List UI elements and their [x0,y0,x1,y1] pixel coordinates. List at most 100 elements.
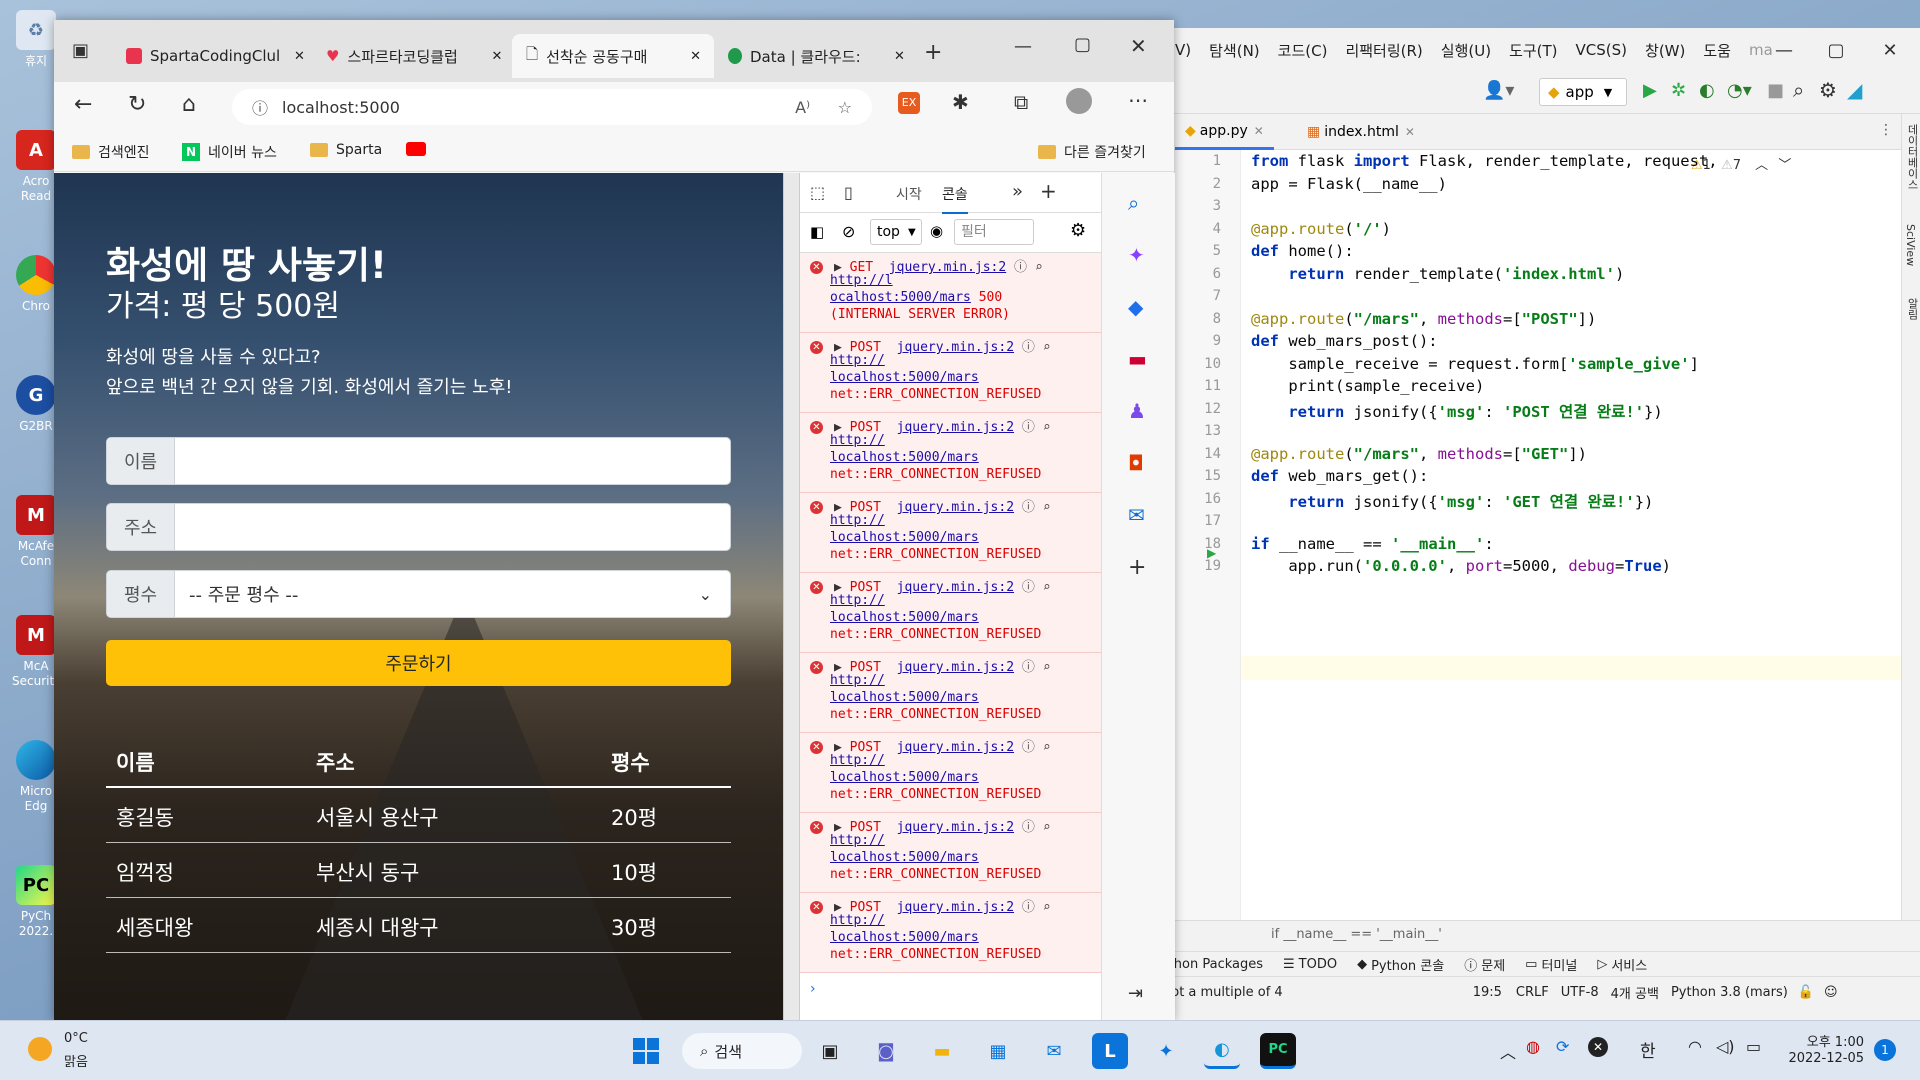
network-icon[interactable]: ⓘ [1022,660,1035,675]
search-icon[interactable]: ⌕ [1043,420,1051,435]
file-explorer-icon[interactable]: ▬ [924,1033,960,1069]
ide-maximize-button[interactable]: ▢ [1813,28,1859,72]
request-url-part[interactable]: http:// [830,353,885,368]
source-link[interactable]: jquery.min.js:2 [897,580,1014,595]
request-url-part[interactable]: localhost:5000/mars [830,770,979,785]
run-icon[interactable]: ▶ [1643,80,1657,101]
favorite-search-engines[interactable]: 검색엔진 [72,142,150,162]
code-line[interactable]: app.run('0.0.0.0', port=5000, debug=True… [1251,557,1671,575]
tab-actions-icon[interactable]: ▣ [72,40,89,61]
profile-avatar[interactable] [1066,88,1092,114]
tray-app-icon[interactable]: ◍ [1526,1037,1540,1056]
devtools-resize-handle[interactable] [784,173,800,1022]
ide-close-button[interactable]: ✕ [1867,28,1913,72]
clock-date[interactable]: 2022-12-05 [1786,1051,1864,1066]
volume-icon[interactable]: ◁) [1716,1037,1735,1056]
code-line[interactable]: @app.route("/mars", methods=["GET"]) [1251,445,1587,463]
menu-run[interactable]: 실행(U) [1441,40,1491,61]
read-aloud-icon[interactable]: A⁾ [795,98,810,117]
close-icon[interactable]: ✕ [491,49,502,64]
tool-tab-services[interactable]: 서비스 [1611,955,1647,974]
code-line[interactable]: if __name__ == '__main__': [1251,535,1494,553]
console-filter-input[interactable]: 필터 [954,219,1034,245]
outlook-icon[interactable]: ✉ [1128,503,1145,527]
search-icon[interactable]: ⌕ [1043,500,1051,515]
source-link[interactable]: jquery.min.js:2 [897,740,1014,755]
app-l-icon[interactable]: L [1092,1033,1128,1069]
indent-setting[interactable]: 4개 공백 [1611,983,1659,1002]
profile-icon[interactable]: ◔▾ [1727,80,1752,101]
file-encoding[interactable]: UTF-8 [1561,985,1599,1000]
sidebar-toggle-icon[interactable]: ◧ [810,223,824,241]
device-emulation-icon[interactable]: ▯ [844,183,853,202]
search-icon[interactable]: ⌕ [1043,740,1051,755]
search-icon[interactable]: ⌕ [1043,900,1051,915]
search-icon[interactable]: ⌕ [1793,78,1804,102]
database-tool-button[interactable]: 데이터베이스 [1904,124,1920,190]
request-url-part[interactable]: http:// [830,513,885,528]
address-input[interactable] [175,504,730,550]
console-error-entry[interactable]: ✕ ▶ POST jquery.min.js:2 ⓘ ⌕ http://localh… [800,333,1117,413]
browser-tab-sparta-club[interactable]: ♥ 스파르타코딩클럽 ✕ [312,34,512,78]
request-url-part[interactable]: ocalhost:5000/mars [830,290,971,305]
console-error-entry[interactable]: ✕ ▶ POST jquery.min.js:2 ⓘ ⌕ http://localh… [800,413,1117,493]
task-view-icon[interactable]: ▣ [812,1033,848,1069]
chevron-down-icon[interactable]: ﹀ [1778,158,1791,173]
store-icon[interactable]: ▦ [980,1033,1016,1069]
browser-close-button[interactable]: ✕ [1130,34,1147,58]
caret-position[interactable]: 19:5 [1473,985,1502,1000]
add-sidebar-app-icon[interactable]: + [1128,555,1146,580]
stop-icon[interactable]: ■ [1767,80,1784,101]
network-icon[interactable]: ⓘ [1022,580,1035,595]
tools-briefcase-icon[interactable]: ▬ [1128,347,1147,371]
run-gutter-icon[interactable]: ▶ [1207,546,1216,560]
ide-minimize-button[interactable]: — [1761,28,1807,72]
code-line[interactable]: from flask import Flask, render_template… [1251,152,1718,170]
address-bar[interactable]: ⓘ localhost:5000 A⁾ ☆ [232,89,872,125]
debug-icon[interactable]: ✲ [1671,80,1686,101]
weather-sun-icon[interactable] [28,1037,52,1061]
request-url-part[interactable]: http://l [830,273,893,288]
code-line[interactable]: @app.route('/') [1251,220,1391,238]
source-link[interactable]: jquery.min.js:2 [897,900,1014,915]
console-error-entry[interactable]: ✕ ▶ POST jquery.min.js:2 ⓘ ⌕ http://localh… [800,573,1117,653]
code-breadcrumb[interactable]: if __name__ == '__main__' [1271,927,1442,942]
code-line[interactable]: return jsonify({'msg': 'GET 연결 완료!'}) [1251,490,1653,512]
extensions-puzzle-icon[interactable]: ✱ [952,90,969,114]
menu-view[interactable]: V) [1175,41,1191,59]
source-link[interactable]: jquery.min.js:2 [897,420,1014,435]
code-line[interactable]: app = Flask(__name__) [1251,175,1447,193]
code-line[interactable]: @app.route("/mars", methods=["POST"]) [1251,310,1596,328]
source-link[interactable]: jquery.min.js:2 [889,260,1006,275]
search-icon[interactable]: ⌕ [1043,820,1051,835]
other-favorites[interactable]: 다른 즐겨찾기 [1038,142,1146,162]
pycharm-taskbar-icon[interactable]: PC [1260,1033,1296,1069]
more-tabs-chevron-icon[interactable]: » [1012,181,1023,202]
search-icon[interactable]: ⌕ [1035,260,1043,275]
request-url-part[interactable]: localhost:5000/mars [830,850,979,865]
request-url-part[interactable]: localhost:5000/mars [830,530,979,545]
hide-sidebar-icon[interactable]: ⇥ [1128,983,1143,1004]
source-link[interactable]: jquery.min.js:2 [897,340,1014,355]
clear-console-icon[interactable]: ⊘ [842,222,855,241]
menu-vcs[interactable]: VCS(S) [1576,41,1627,59]
request-url-part[interactable]: localhost:5000/mars [830,450,979,465]
console-error-entry[interactable]: ✕ ▶ POST jquery.min.js:2 ⓘ ⌕ http://localh… [800,493,1117,573]
desktop-icon-edge[interactable]: Micro Edg [12,740,60,814]
tray-sync-icon[interactable]: ⟳ [1556,1037,1569,1056]
coverage-icon[interactable]: ◐ [1699,80,1715,101]
browser-tab-spartacoding[interactable]: SpartaCodingClul ✕ [112,34,312,78]
start-windows-icon[interactable] [628,1033,664,1069]
search-icon[interactable]: ⌕ [1043,340,1051,355]
close-icon[interactable]: ✕ [894,49,905,64]
line-separator[interactable]: CRLF [1516,985,1549,1000]
close-icon[interactable]: ✕ [1405,125,1415,139]
chevron-up-icon[interactable]: ︿ [1500,1039,1516,1063]
notifications-tool-button[interactable]: 알림 [1904,298,1920,320]
sciview-tool-button[interactable]: SciView [1904,224,1917,266]
search-icon[interactable]: ⌕ [1043,580,1051,595]
network-icon[interactable]: ⓘ [1022,900,1035,915]
code-line[interactable]: def web_mars_get(): [1251,467,1428,485]
favorite-youtube[interactable] [406,142,426,156]
browser-tab-cloud-data[interactable]: Data | 클라우드: ✕ [714,34,914,78]
